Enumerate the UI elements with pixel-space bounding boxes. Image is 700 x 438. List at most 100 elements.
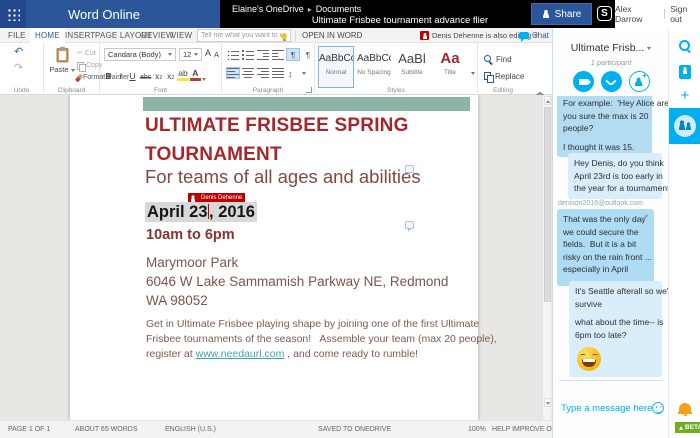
tell-me-input[interactable]: Tell me what you want to do xyxy=(197,29,291,42)
flier-body-line3-pre: register at xyxy=(146,348,196,360)
open-in-word-button[interactable]: OPEN IN WORD xyxy=(302,28,362,43)
flier-time[interactable]: 10am to 6pm xyxy=(146,227,235,243)
find-label: Find xyxy=(496,51,512,68)
shrink-font-button[interactable]: A xyxy=(214,50,219,59)
numbering-button[interactable] xyxy=(242,50,254,60)
flier-date-line[interactable]: April 23, 2016 xyxy=(145,203,257,222)
align-center-button[interactable] xyxy=(242,68,254,78)
skype-logo-icon[interactable]: S xyxy=(597,6,612,21)
undo-button[interactable]: ↶ xyxy=(14,47,23,58)
strikethrough-button[interactable]: abc xyxy=(139,67,152,81)
flier-subheading[interactable]: For teams of all ages and abilities xyxy=(145,166,421,188)
account-area: Alex Darrow Sign out xyxy=(615,0,700,28)
flier-address-line2[interactable]: WA 98052 xyxy=(146,293,208,308)
document-scrollbar[interactable] xyxy=(542,95,551,420)
notifications-button[interactable] xyxy=(669,403,700,413)
status-page-count[interactable]: PAGE 1 OF 1 xyxy=(8,426,50,433)
search-icon xyxy=(679,40,691,52)
find-button[interactable]: Find xyxy=(484,51,524,68)
message-line: I thought it was 15. xyxy=(563,141,646,154)
chat-message-input[interactable]: Type a message here xyxy=(561,402,661,414)
style-no-spacing[interactable]: AaBbCc No Spacing xyxy=(356,46,392,88)
subscript-button[interactable]: x2 xyxy=(153,67,164,81)
add-person-icon xyxy=(635,77,644,86)
status-zoom-level[interactable]: 100% xyxy=(468,426,486,433)
line-spacing-dropdown-icon xyxy=(302,72,306,75)
contacts-button[interactable] xyxy=(669,65,700,79)
right-to-left-button[interactable]: ¶ xyxy=(302,49,314,60)
scroll-up-button[interactable] xyxy=(544,96,551,105)
decrease-indent-button[interactable] xyxy=(257,50,269,60)
font-size-select[interactable]: 12 xyxy=(179,48,202,61)
align-right-button[interactable] xyxy=(257,68,269,78)
underline-button[interactable]: U xyxy=(127,67,138,81)
voice-call-button[interactable] xyxy=(601,71,622,92)
status-bar: PAGE 1 OF 1 ABOUT 65 WORDS ENGLISH (U.S.… xyxy=(0,420,552,438)
active-conversation-tile[interactable] xyxy=(669,108,700,144)
group-paragraph-label: Paragraph xyxy=(222,87,314,94)
increase-indent-button[interactable] xyxy=(272,50,284,60)
align-left-button[interactable] xyxy=(227,68,239,78)
sign-out-link[interactable]: Sign out xyxy=(670,4,700,24)
line-spacing-button[interactable]: ↕ xyxy=(287,68,299,78)
chat-toggle-label: Chat xyxy=(532,31,549,40)
message-line: you sure the max is 20 xyxy=(563,110,646,123)
style-subtitle[interactable]: AaBl Subtitle xyxy=(394,46,430,88)
font-color-button[interactable]: A xyxy=(190,67,201,81)
chat-message-list[interactable]: For example: 'Hey Alice are you sure the… xyxy=(553,96,669,380)
new-conversation-button[interactable]: + xyxy=(669,88,700,103)
flier-address-line1[interactable]: 6046 W Lake Sammamish Parkway NE, Redmon… xyxy=(146,274,448,289)
tab-view[interactable]: VIEW xyxy=(166,28,197,43)
document-title[interactable]: Ultimate Frisbee tournament advance flie… xyxy=(255,15,545,26)
font-format-row: B I U abc x2 x2 ab A xyxy=(103,67,206,81)
chat-conversation-title[interactable]: Ultimate Frisb... xyxy=(553,42,669,54)
justify-button[interactable] xyxy=(272,68,284,78)
styles-gallery-more-button[interactable] xyxy=(471,65,475,83)
add-participant-button[interactable] xyxy=(629,71,650,92)
search-button[interactable] xyxy=(669,40,700,52)
tab-file[interactable]: FILE xyxy=(3,28,31,43)
status-word-count[interactable]: ABOUT 65 WORDS xyxy=(75,426,138,433)
app-launcher-button[interactable] xyxy=(0,0,26,28)
flier-body-paragraph[interactable]: Get in Ultimate Frisbee playing shape by… xyxy=(146,317,497,362)
coauthor-person-icon xyxy=(420,31,429,40)
app-launcher-grid-icon xyxy=(7,8,20,21)
chat-toggle-button[interactable]: Chat xyxy=(519,28,549,43)
emoticon-picker-icon[interactable] xyxy=(652,402,664,414)
status-save-state: SAVED TO ONEDRIVE xyxy=(318,426,391,433)
document-page[interactable]: ULTIMATE FRISBEE SPRING TOURNAMENT For t… xyxy=(70,95,478,420)
scrollbar-thumb[interactable] xyxy=(544,107,551,302)
chat-input-placeholder: Type a message here xyxy=(561,403,652,414)
bold-button[interactable]: B xyxy=(103,67,114,81)
paste-button[interactable]: Paste xyxy=(49,46,75,86)
status-language[interactable]: ENGLISH (U.S.) xyxy=(165,426,216,433)
grinning-emoji xyxy=(577,347,601,371)
redo-button[interactable]: ↷ xyxy=(14,63,23,74)
style-title[interactable]: Aa Title xyxy=(432,46,468,88)
font-name-select[interactable]: Candara (Body) xyxy=(104,48,176,61)
italic-button[interactable]: I xyxy=(115,67,126,81)
breadcrumb-documents[interactable]: Documents xyxy=(316,4,362,14)
message-line: what about the time-- is xyxy=(575,316,656,329)
style-no-spacing-sample: AaBbCc xyxy=(357,51,391,67)
group-styles: AaBbCc Normal AaBbCc No Spacing AaBl Sub… xyxy=(315,43,478,95)
user-name[interactable]: Alex Darrow xyxy=(615,4,659,24)
paragraph-row-2: ↕ xyxy=(227,68,306,78)
video-call-button[interactable] xyxy=(573,71,594,92)
flier-heading[interactable]: ULTIMATE FRISBEE SPRING TOURNAMENT xyxy=(145,112,409,169)
superscript-button[interactable]: x2 xyxy=(165,67,176,81)
highlight-button[interactable]: ab xyxy=(177,67,188,81)
comment-indicator-icon[interactable] xyxy=(405,165,414,173)
flier-registration-link[interactable]: www.needaurl.com xyxy=(196,348,285,360)
left-to-right-button[interactable]: ¶ xyxy=(287,49,299,60)
grow-font-button[interactable]: A xyxy=(205,48,211,58)
breadcrumb-onedrive[interactable]: Elaine's OneDrive xyxy=(232,4,304,14)
style-normal[interactable]: AaBbCc Normal xyxy=(318,46,354,88)
flier-venue[interactable]: Marymoor Park xyxy=(146,255,238,270)
chat-title-dropdown-icon xyxy=(647,47,651,50)
replace-button[interactable]: Replace xyxy=(484,68,524,85)
share-button[interactable]: Share xyxy=(531,3,592,25)
comment-indicator-icon[interactable] xyxy=(405,221,414,229)
bullets-button[interactable] xyxy=(227,50,239,60)
scroll-down-button[interactable] xyxy=(544,398,551,407)
